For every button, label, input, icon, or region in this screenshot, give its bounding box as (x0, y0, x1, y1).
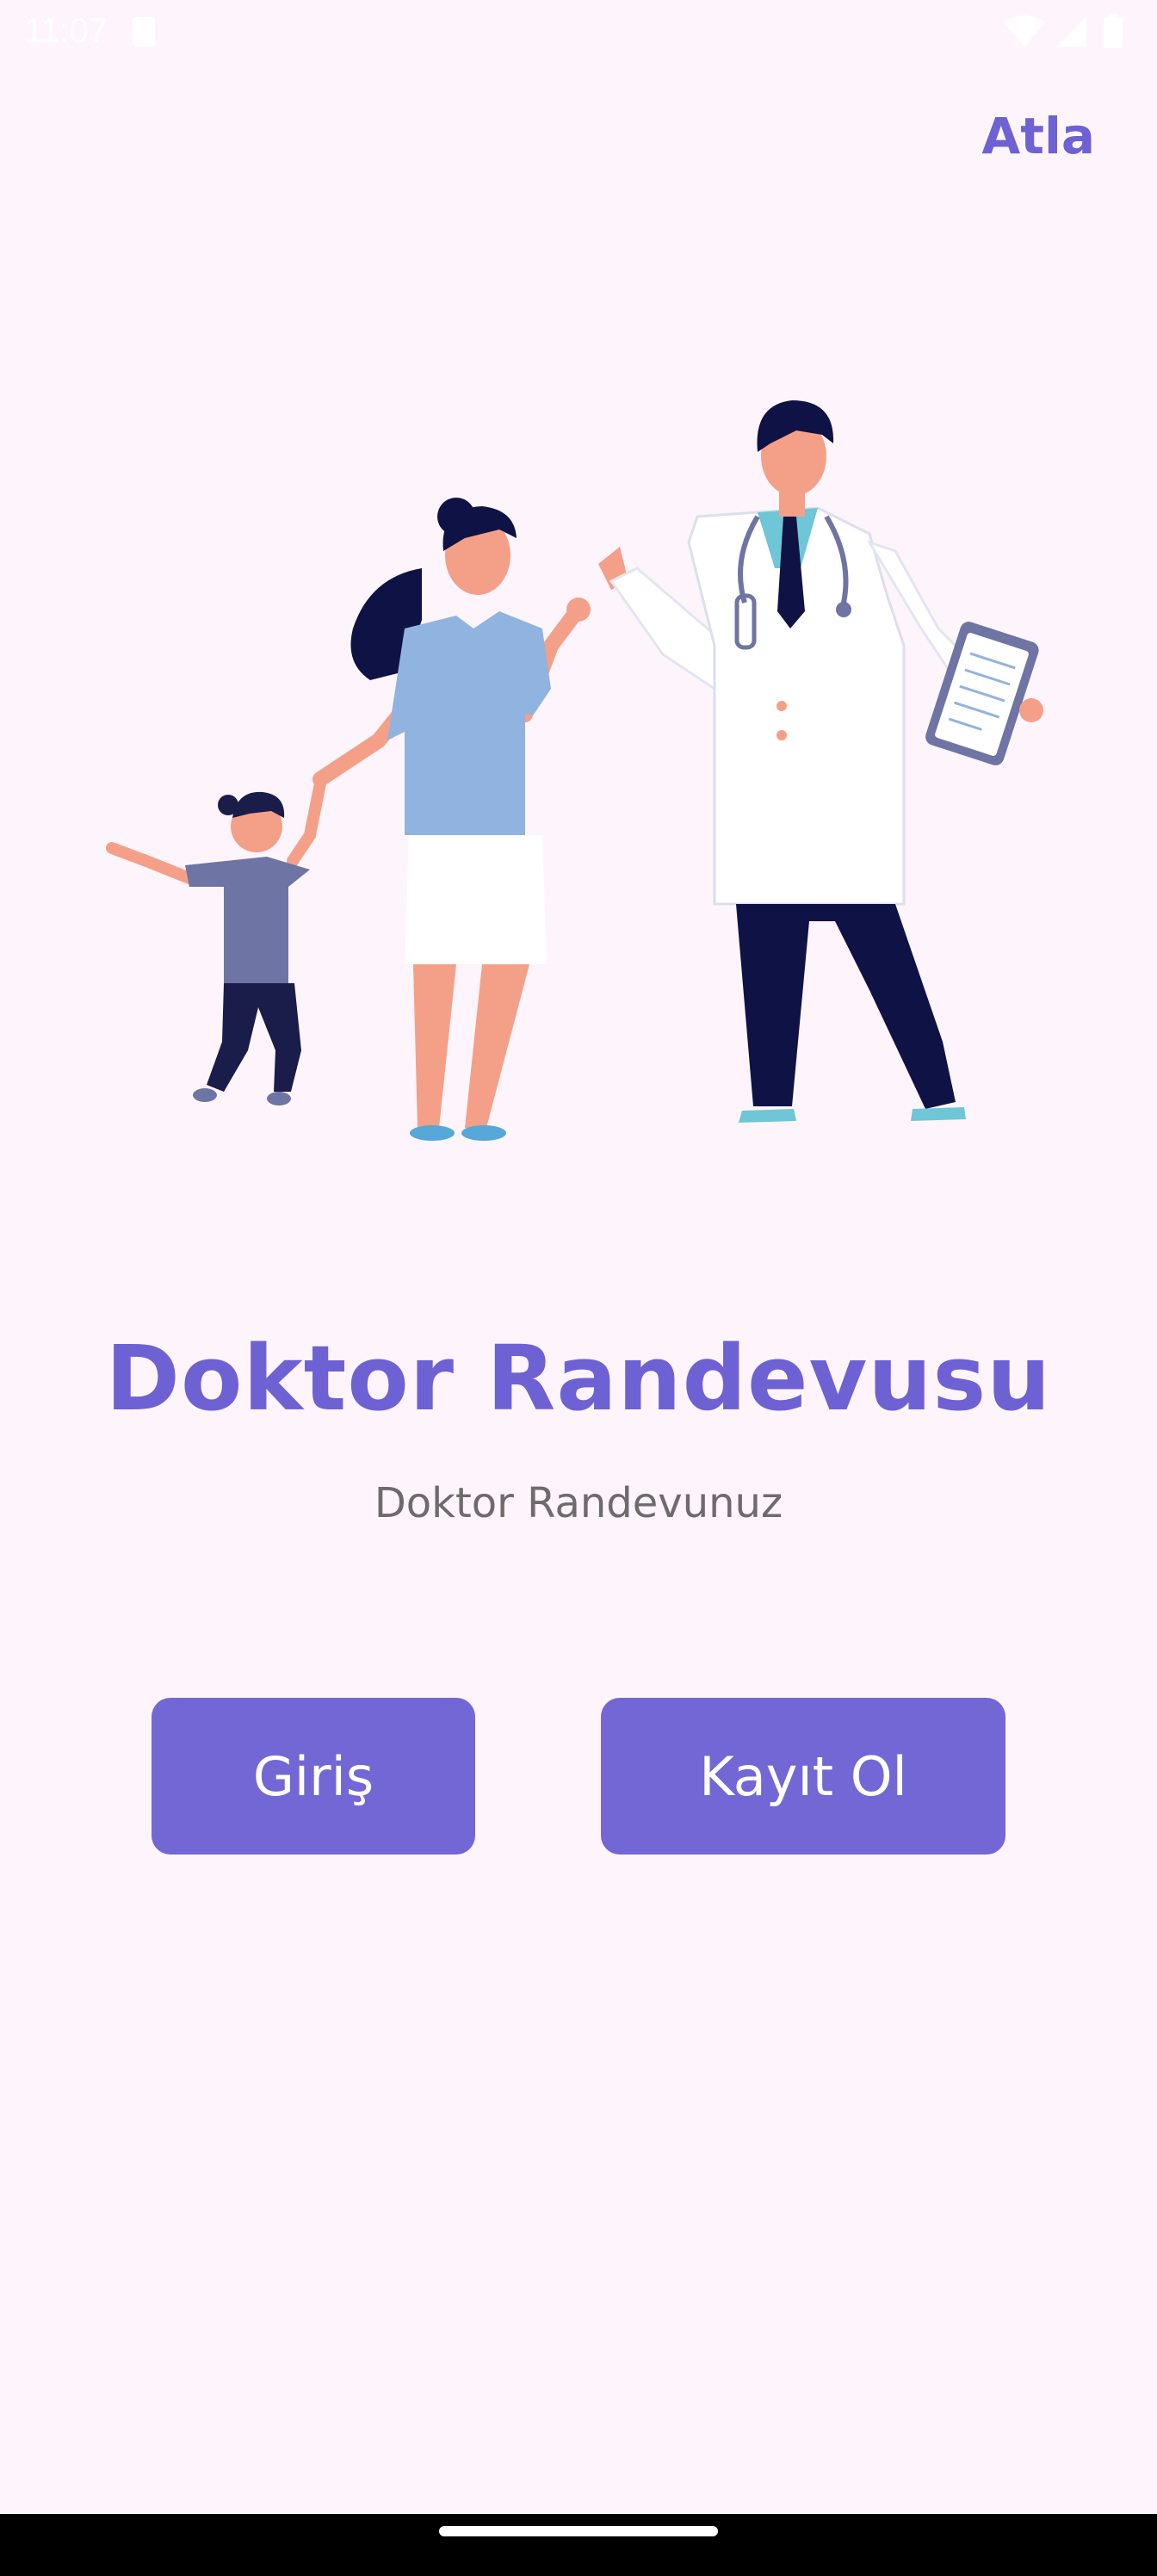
mother-figure (312, 498, 591, 1141)
page-title: Doktor Randevusu (105, 1326, 1052, 1431)
status-time: 11:07 (24, 12, 108, 50)
doctor-figure (598, 400, 1043, 1123)
register-button[interactable]: Kayıt Ol (601, 1698, 1005, 1855)
wifi-icon (1004, 15, 1045, 46)
home-gesture-handle[interactable] (439, 2526, 718, 2536)
battery-icon (1104, 14, 1123, 48)
skip-button[interactable]: Atla (981, 107, 1095, 165)
signal-icon (1057, 17, 1086, 46)
sim-card-icon (133, 17, 155, 46)
system-navigation-bar (0, 2514, 1157, 2576)
doctor-family-illustration (106, 400, 1043, 1141)
status-bar: 11:07 (0, 0, 1157, 62)
child-figure (106, 777, 326, 1105)
login-button[interactable]: Giriş (152, 1698, 475, 1855)
status-icons (1004, 14, 1123, 48)
page-subtitle: Doktor Randevunuz (374, 1479, 783, 1527)
